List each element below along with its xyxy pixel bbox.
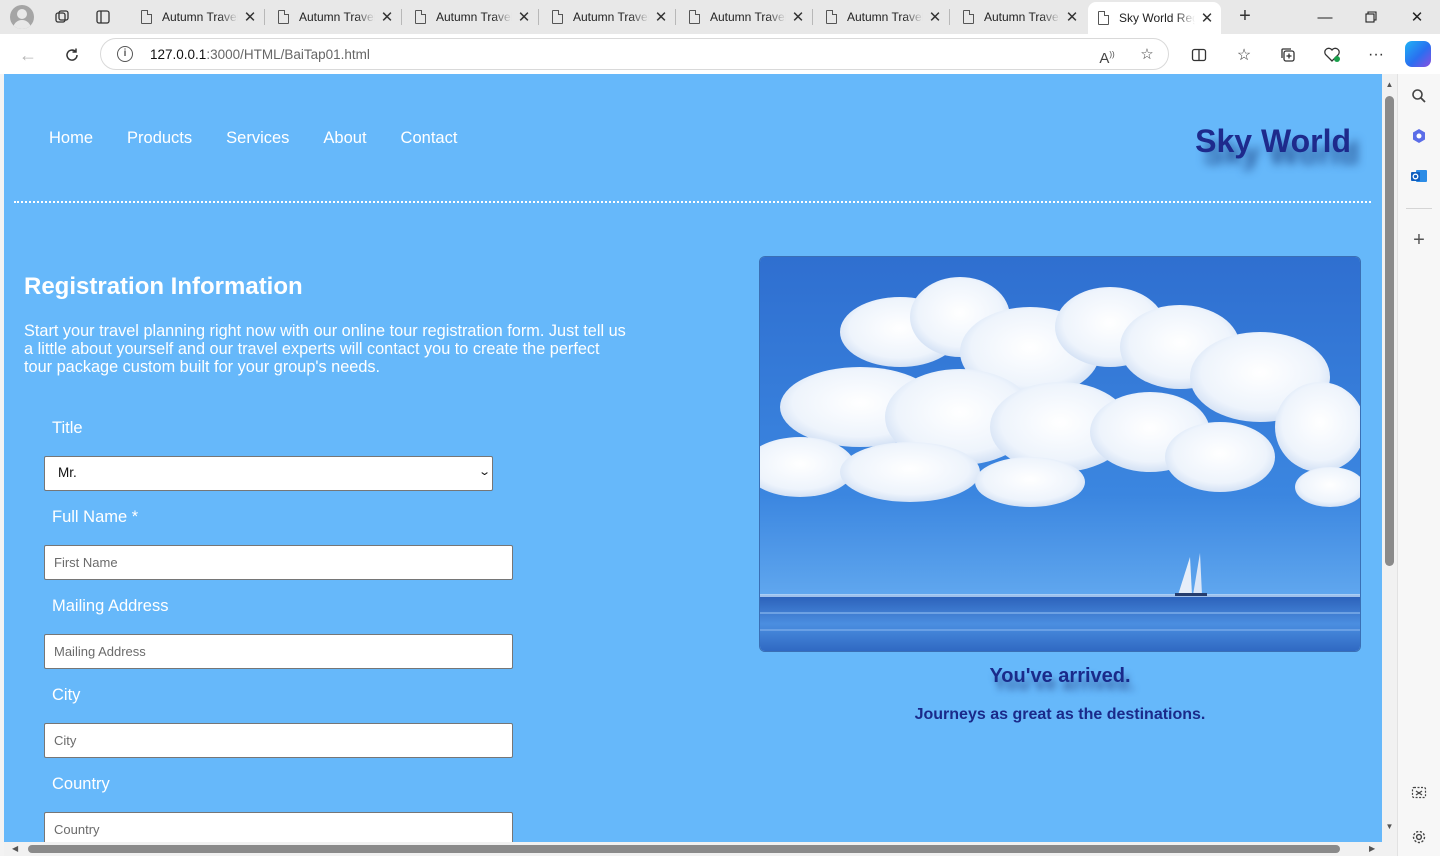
browser-tab[interactable]: Autumn Travel ✕: [131, 4, 265, 30]
page-title: Registration Information: [24, 273, 303, 300]
chevron-down-icon: ⌄: [477, 466, 491, 478]
title-select-value: Mr.: [58, 465, 77, 480]
address-bar[interactable]: i 127.0.0.1:3000/HTML/BaiTap01.html A)) …: [100, 38, 1169, 70]
country-input[interactable]: Country: [44, 812, 513, 842]
profile-avatar-icon[interactable]: [10, 5, 34, 29]
nav-products-link[interactable]: Products: [127, 129, 192, 148]
page-viewport: Home Products Services About Contact Sky…: [4, 74, 1382, 842]
tab-label: Autumn Travel: [299, 10, 375, 24]
horizontal-scrollbar[interactable]: ◀ ▶: [4, 842, 1397, 856]
copilot-icon[interactable]: [1405, 41, 1431, 67]
country-label: Country: [52, 775, 110, 793]
tab-label: Autumn Travel: [162, 10, 238, 24]
vertical-scroll-thumb[interactable]: [1385, 96, 1394, 566]
close-tab-icon[interactable]: ✕: [790, 8, 806, 26]
page-icon: [963, 10, 974, 24]
url-path: :3000/HTML/BaiTap01.html: [206, 47, 370, 62]
horizontal-scroll-thumb[interactable]: [28, 845, 1340, 853]
site-info-icon[interactable]: i: [117, 46, 133, 62]
more-menu-icon[interactable]: ···: [1363, 42, 1389, 68]
page-icon: [415, 10, 426, 24]
browser-tab[interactable]: Autumn Travel ✕: [816, 4, 950, 30]
split-screen-icon[interactable]: [1186, 42, 1212, 68]
browser-tab[interactable]: Autumn Travel ✕: [679, 4, 813, 30]
vertical-scrollbar[interactable]: ▲ ▼: [1382, 74, 1397, 842]
nav-contact-link[interactable]: Contact: [401, 129, 458, 148]
read-aloud-icon[interactable]: A)): [1096, 44, 1118, 67]
close-tab-icon[interactable]: ✕: [653, 8, 669, 26]
minimize-icon[interactable]: —: [1302, 0, 1348, 34]
restore-icon[interactable]: [1348, 0, 1394, 34]
page-icon: [141, 10, 152, 24]
tab-actions-icon[interactable]: [91, 5, 115, 29]
close-tab-icon[interactable]: ✕: [242, 8, 258, 26]
tab-label: Autumn Travel: [847, 10, 923, 24]
toolbar: ← i 127.0.0.1:3000/HTML/BaiTap01.html A)…: [0, 34, 1440, 74]
url-host: 127.0.0.1: [150, 47, 207, 62]
browser-tab[interactable]: Autumn Travel ✕: [405, 4, 539, 30]
nav-about-link[interactable]: About: [323, 129, 366, 148]
browser-essentials-icon[interactable]: [1319, 42, 1345, 68]
scroll-down-icon[interactable]: ▼: [1382, 822, 1397, 831]
close-tab-icon[interactable]: ✕: [379, 8, 395, 26]
edge-sidebar: +: [1397, 74, 1440, 856]
copilot-apps-icon[interactable]: [1407, 124, 1431, 148]
search-icon[interactable]: [1407, 84, 1431, 108]
address-label: Mailing Address: [52, 597, 169, 615]
browser-tab-active[interactable]: Sky World Registration ✕: [1088, 2, 1221, 34]
outlook-icon[interactable]: [1407, 164, 1431, 188]
city-label: City: [52, 686, 81, 704]
nav-home-link[interactable]: Home: [49, 129, 93, 148]
mailing-address-input[interactable]: Mailing Address: [44, 634, 513, 669]
page-icon: [1098, 11, 1109, 25]
main-nav: Home Products Services About Contact: [49, 129, 491, 148]
header-divider: [14, 201, 1371, 203]
close-window-icon[interactable]: ✕: [1394, 0, 1440, 34]
close-tab-icon[interactable]: ✕: [1064, 8, 1080, 26]
settings-gear-icon[interactable]: [1407, 825, 1431, 849]
collections-icon[interactable]: [1275, 42, 1301, 68]
back-icon[interactable]: ←: [15, 42, 41, 68]
tab-label: Autumn Travel: [710, 10, 786, 24]
title-label: Title: [52, 419, 83, 437]
close-tab-icon[interactable]: ✕: [516, 8, 532, 26]
workspaces-icon[interactable]: [50, 5, 74, 29]
browser-tab[interactable]: Autumn Travel ✕: [542, 4, 676, 30]
scroll-right-icon[interactable]: ▶: [1369, 842, 1375, 856]
page-icon: [278, 10, 289, 24]
nav-services-link[interactable]: Services: [226, 129, 289, 148]
browser-tab[interactable]: Autumn Travel ✕: [953, 4, 1086, 30]
scroll-up-icon[interactable]: ▲: [1382, 80, 1397, 89]
sub-tagline: Journeys as great as the destinations.: [914, 706, 1206, 723]
close-tab-icon[interactable]: ✕: [1199, 9, 1215, 27]
title-select[interactable]: Mr. ⌄: [44, 456, 493, 491]
intro-text: Start your travel planning right now wit…: [24, 322, 626, 376]
tagline: You've arrived.: [989, 665, 1131, 687]
url-text[interactable]: 127.0.0.1:3000/HTML/BaiTap01.html: [150, 47, 370, 62]
tab-label: Sky World Registration: [1119, 11, 1195, 25]
favorite-star-icon[interactable]: ☆: [1136, 44, 1158, 66]
page-icon: [826, 10, 837, 24]
favorites-icon[interactable]: ☆: [1231, 42, 1257, 68]
fullname-label: Full Name *: [52, 508, 139, 526]
site-brand: Sky World: [1195, 123, 1351, 159]
reload-icon[interactable]: [59, 42, 85, 68]
first-name-input[interactable]: First Name: [44, 545, 513, 580]
tab-label: Autumn Travel: [436, 10, 512, 24]
browser-tab[interactable]: Autumn Travel ✕: [268, 4, 402, 30]
city-input[interactable]: City: [44, 723, 513, 758]
sky-ocean-photo: [759, 256, 1361, 652]
close-tab-icon[interactable]: ✕: [927, 8, 943, 26]
screenshot-icon[interactable]: [1407, 781, 1431, 805]
page-icon: [689, 10, 700, 24]
tab-label: Autumn Travel: [573, 10, 649, 24]
new-tab-icon[interactable]: +: [1233, 5, 1257, 29]
scroll-left-icon[interactable]: ◀: [12, 842, 18, 856]
tab-label: Autumn Travel: [984, 10, 1060, 24]
tab-strip: Autumn Travel ✕ Autumn Travel ✕ Autumn Tra…: [0, 0, 1440, 34]
add-sidebar-app-icon[interactable]: +: [1407, 228, 1431, 252]
page-icon: [552, 10, 563, 24]
